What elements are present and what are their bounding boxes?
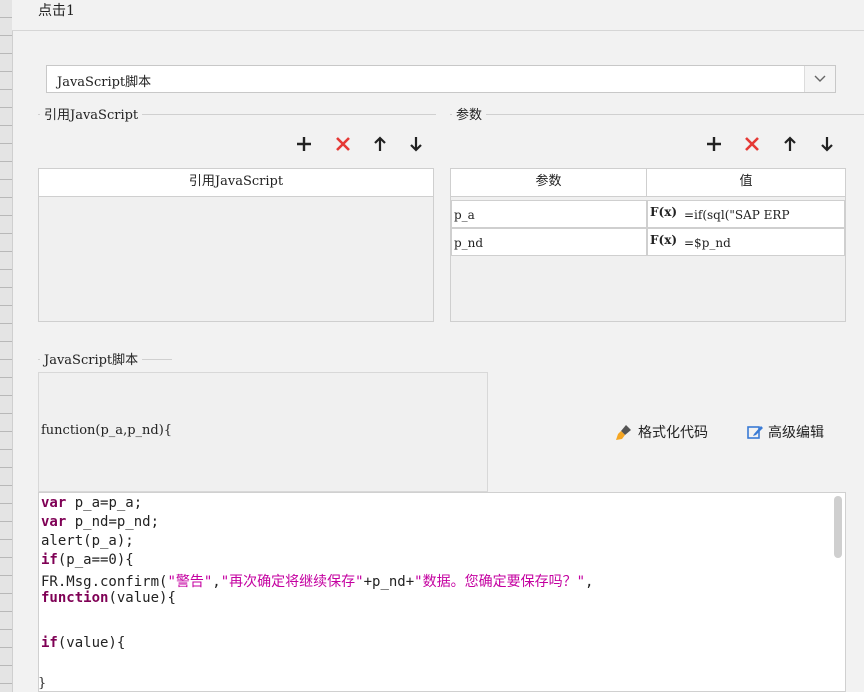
ref-js-label: 引用JavaScript bbox=[40, 104, 143, 123]
closing-brace: } bbox=[38, 676, 47, 691]
chevron-down-icon bbox=[814, 75, 826, 82]
code-editor[interactable]: var p_a=p_a; var p_nd=p_nd; alert(p_a); … bbox=[38, 492, 846, 692]
delete-x-icon[interactable] bbox=[333, 134, 353, 154]
script-type-value: JavaScript脚本 bbox=[57, 75, 152, 90]
edit-icon bbox=[747, 426, 763, 439]
params-divider bbox=[450, 114, 864, 115]
code-line: var p_a=p_a; bbox=[41, 495, 143, 511]
plus-icon[interactable] bbox=[704, 134, 724, 154]
advanced-edit-label: 高级编辑 bbox=[768, 425, 824, 441]
arrow-down-icon[interactable] bbox=[817, 134, 837, 154]
dropdown-button[interactable] bbox=[804, 66, 835, 92]
params-column-header[interactable]: 参数 bbox=[451, 169, 647, 197]
code-line: function(value){ bbox=[41, 590, 176, 606]
function-signature-box: function(p_a,p_nd){ bbox=[38, 372, 488, 492]
left-ruler-strip bbox=[0, 0, 13, 692]
arrow-up-icon[interactable] bbox=[370, 134, 390, 154]
value-column-header[interactable]: 值 bbox=[647, 169, 845, 197]
param-value-cell[interactable]: F(x) =$p_nd bbox=[647, 228, 845, 256]
arrow-up-icon[interactable] bbox=[780, 134, 800, 154]
table-row[interactable]: p_a bbox=[451, 200, 647, 228]
brush-icon bbox=[616, 425, 631, 440]
code-line: var p_nd=p_nd; bbox=[41, 514, 160, 530]
param-value-cell[interactable]: F(x) =if(sql("SAP ERP bbox=[647, 200, 845, 228]
format-code-button[interactable]: 格式化代码 bbox=[614, 422, 708, 442]
code-scrollbar[interactable] bbox=[834, 496, 842, 558]
formula-fx-icon[interactable]: F(x) bbox=[650, 205, 677, 219]
code-line: alert(p_a); bbox=[41, 533, 134, 549]
ref-js-table: 引用JavaScript bbox=[38, 168, 434, 322]
dialog-title: 点击1 bbox=[38, 3, 75, 19]
plus-icon[interactable] bbox=[294, 134, 314, 154]
table-row[interactable]: p_nd bbox=[451, 228, 647, 256]
delete-x-icon[interactable] bbox=[742, 134, 762, 154]
param-name: p_a bbox=[454, 208, 475, 222]
format-code-label: 格式化代码 bbox=[638, 425, 708, 441]
code-line: FR.Msg.confirm("警告","再次确定将继续保存"+p_nd+"数据… bbox=[41, 574, 594, 590]
code-line: if(value){ bbox=[41, 635, 126, 651]
advanced-edit-button[interactable]: 高级编辑 bbox=[746, 422, 824, 442]
js-script-label: JavaScript脚本 bbox=[40, 349, 143, 368]
param-value: =$p_nd bbox=[684, 236, 731, 250]
params-table: 参数 值 p_a F(x) =if(sql("SAP ERP p_nd F(x)… bbox=[450, 168, 846, 322]
script-type-select[interactable]: JavaScript脚本 bbox=[46, 65, 836, 93]
function-signature: function(p_a,p_nd){ bbox=[41, 423, 173, 438]
dialog-title-bar: 点击1 bbox=[12, 0, 864, 31]
param-name: p_nd bbox=[454, 236, 484, 250]
code-line: if(p_a==0){ bbox=[41, 552, 134, 568]
arrow-down-icon[interactable] bbox=[406, 134, 426, 154]
formula-fx-icon[interactable]: F(x) bbox=[650, 233, 677, 247]
param-value: =if(sql("SAP ERP bbox=[684, 208, 790, 222]
ref-js-column-header[interactable]: 引用JavaScript bbox=[39, 169, 433, 197]
params-label: 参数 bbox=[452, 104, 487, 123]
